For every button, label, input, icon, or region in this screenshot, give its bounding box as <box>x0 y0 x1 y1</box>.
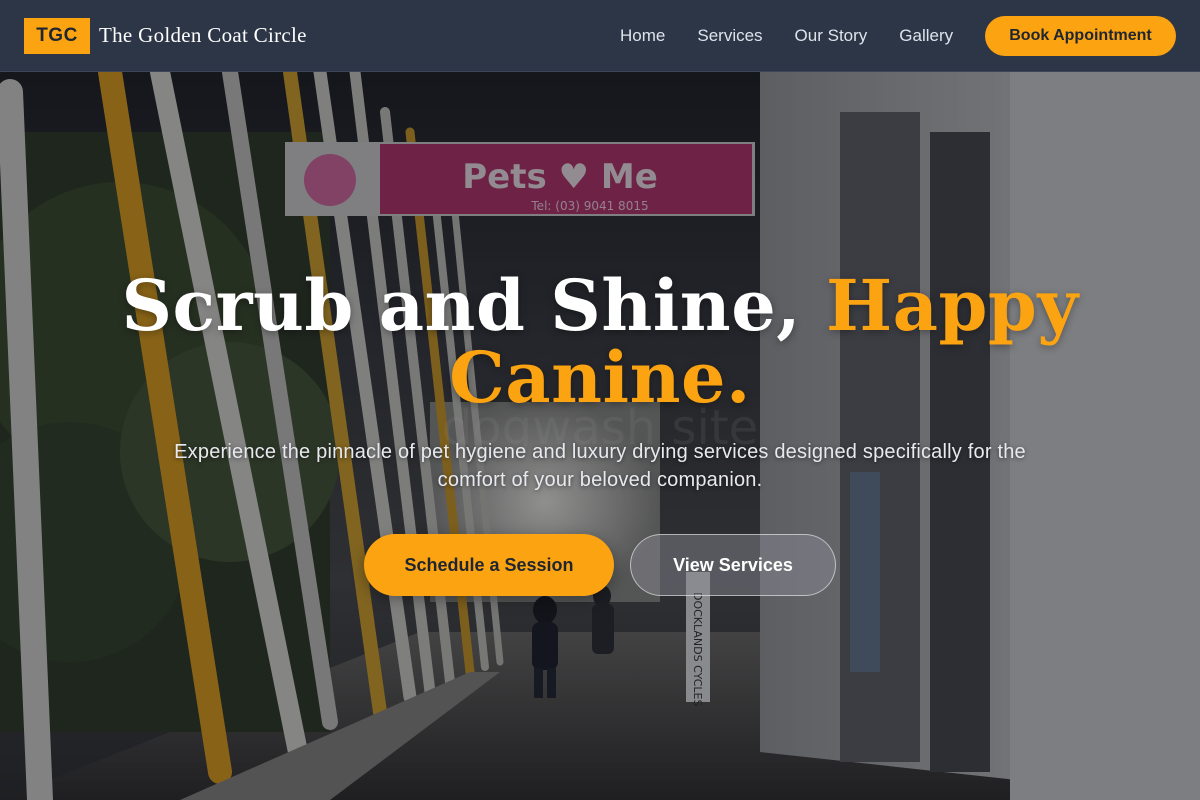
hero-headline: Scrub and Shine, Happy Canine. <box>100 270 1100 414</box>
nav-link-home[interactable]: Home <box>620 26 665 46</box>
hero-section: Pets ♥ Me Tel: (03) 9041 8015 dogwash si… <box>0 72 1200 800</box>
brand-name[interactable]: The Golden Coat Circle <box>99 23 307 48</box>
hero-content: Scrub and Shine, Happy Canine. Experienc… <box>0 72 1200 800</box>
schedule-session-button[interactable]: Schedule a Session <box>364 534 614 596</box>
nav-links: Home Services Our Story Gallery <box>620 0 953 72</box>
top-navbar: TGC The Golden Coat Circle Home Services… <box>0 0 1200 72</box>
view-services-button[interactable]: View Services <box>630 534 836 596</box>
nav-link-our-story[interactable]: Our Story <box>795 26 868 46</box>
hero-subtitle: Experience the pinnacle of pet hygiene a… <box>174 441 1026 491</box>
nav-link-services[interactable]: Services <box>697 26 762 46</box>
brand-logo[interactable]: TGC The Golden Coat Circle <box>24 17 307 54</box>
logo-badge[interactable]: TGC <box>24 17 90 54</box>
headline-white-part: Scrub and Shine, <box>121 264 802 347</box>
nav-link-gallery[interactable]: Gallery <box>899 26 953 46</box>
book-appointment-button[interactable]: Book Appointment <box>985 16 1176 56</box>
